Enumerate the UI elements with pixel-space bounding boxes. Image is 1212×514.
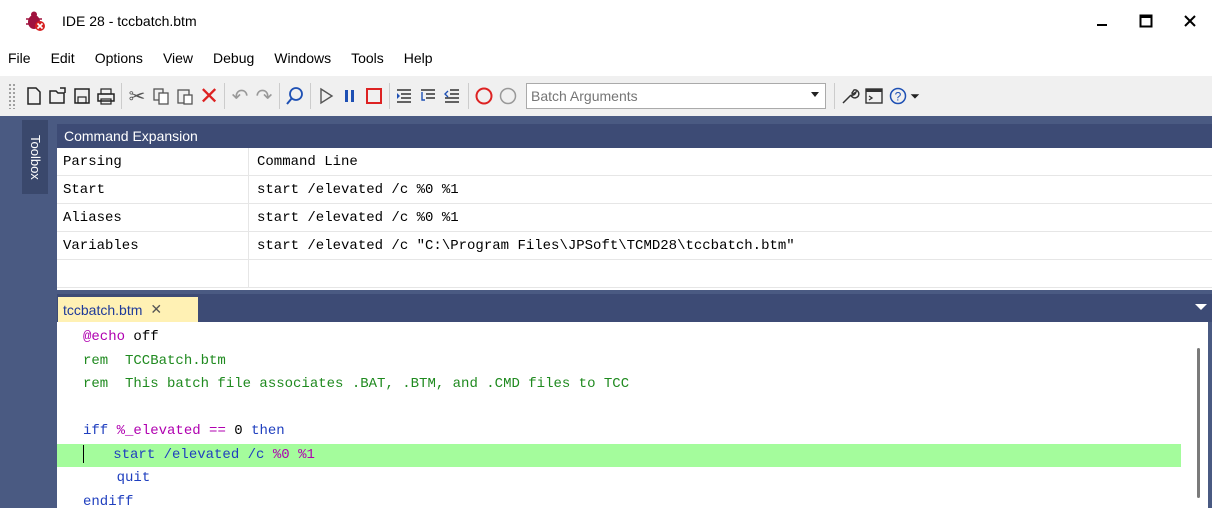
open-file-icon[interactable]: [46, 82, 70, 110]
table-row[interactable]: Aliases start /elevated /c %0 %1: [57, 204, 1212, 232]
code-line: [57, 397, 1181, 421]
stop-icon[interactable]: [362, 82, 386, 110]
code-token: ==: [209, 423, 226, 439]
toolbar-separator: [834, 83, 835, 109]
code-token: then: [251, 423, 285, 439]
wrench-icon[interactable]: [838, 82, 862, 110]
tab-label: tccbatch.btm: [63, 302, 142, 318]
editor-border: [1208, 322, 1212, 508]
code-line: quit: [57, 467, 1181, 491]
toolbar-separator: [468, 83, 469, 109]
menu-edit[interactable]: Edit: [41, 42, 85, 74]
code-line: iff %_elevated == 0 then: [57, 420, 1181, 444]
tab-tccbatch[interactable]: tccbatch.btm ✕: [58, 297, 198, 322]
toolbar-separator: [121, 83, 122, 109]
window-title: IDE 28 - tccbatch.btm: [62, 13, 197, 29]
close-button[interactable]: [1168, 0, 1212, 42]
row-value: start /elevated /c %0 %1: [249, 176, 459, 204]
row-name: Variables: [57, 232, 249, 260]
batch-arguments-input[interactable]: [527, 88, 797, 104]
menu-options[interactable]: Options: [85, 42, 153, 74]
code-token: off: [125, 329, 159, 345]
row-value: start /elevated /c %0 %1: [249, 204, 459, 232]
menu-view[interactable]: View: [153, 42, 203, 74]
toolbar-overflow-icon[interactable]: ⏷: [910, 82, 920, 110]
svg-text:?: ?: [895, 90, 902, 104]
copy-icon[interactable]: [149, 82, 173, 110]
toolbox-tab[interactable]: Toolbox: [22, 120, 48, 194]
chevron-down-icon[interactable]: [811, 92, 819, 97]
tab-list-dropdown-icon[interactable]: [1195, 304, 1207, 310]
code-line: rem This batch file associates .BAT, .BT…: [57, 373, 1181, 397]
code-token: start /elevated /c: [113, 447, 264, 463]
current-line: start /elevated /c %0 %1: [57, 444, 1181, 468]
clear-breakpoint-icon[interactable]: [496, 82, 520, 110]
command-expansion-panel: Command Expansion Parsing Command Line S…: [57, 124, 1212, 290]
row-name: Parsing: [57, 148, 249, 176]
step-into-icon[interactable]: [393, 82, 417, 110]
code-line: @echo off: [57, 326, 1181, 350]
breakpoint-icon[interactable]: [472, 82, 496, 110]
step-out-icon[interactable]: [441, 82, 465, 110]
table-row[interactable]: Parsing Command Line: [57, 148, 1212, 176]
save-icon[interactable]: [70, 82, 94, 110]
paste-icon[interactable]: [173, 82, 197, 110]
code-line: rem TCCBatch.btm: [57, 350, 1181, 374]
menu-debug[interactable]: Debug: [203, 42, 264, 74]
menu-file[interactable]: File: [2, 42, 41, 74]
code-token: quit: [117, 470, 151, 486]
code-area[interactable]: @echo off rem TCCBatch.btm rem This batc…: [57, 326, 1181, 514]
menu-bar: File Edit Options View Debug Windows Too…: [0, 42, 1212, 74]
code-token: %0 %1: [273, 447, 315, 463]
close-tab-icon[interactable]: ✕: [150, 301, 162, 318]
print-icon[interactable]: [94, 82, 118, 110]
table-row[interactable]: [57, 260, 1212, 288]
run-icon[interactable]: [314, 82, 338, 110]
table-row[interactable]: Start start /elevated /c %0 %1: [57, 176, 1212, 204]
console-icon[interactable]: [862, 82, 886, 110]
code-line: endiff: [57, 491, 1181, 514]
toolbar-separator: [389, 83, 390, 109]
code-token: %_elevated: [117, 423, 201, 439]
help-icon[interactable]: ?: [886, 82, 910, 110]
table-row[interactable]: Variables start /elevated /c "C:\Program…: [57, 232, 1212, 260]
toolbar-grip[interactable]: [8, 83, 16, 109]
code-token: 0: [234, 423, 242, 439]
menu-tools[interactable]: Tools: [341, 42, 394, 74]
row-name: Start: [57, 176, 249, 204]
row-value: Command Line: [249, 148, 358, 176]
title-bar: IDE 28 - tccbatch.btm: [0, 0, 1212, 42]
row-value: start /elevated /c "C:\Program Files\JPS…: [249, 232, 795, 260]
editor-tab-bar: tccbatch.btm ✕: [57, 294, 1212, 322]
find-icon[interactable]: [283, 82, 307, 110]
code-editor[interactable]: @echo off rem TCCBatch.btm rem This batc…: [57, 322, 1212, 508]
toolbar-separator: [224, 83, 225, 109]
toolbar-separator: [279, 83, 280, 109]
undo-icon[interactable]: ↶: [228, 82, 252, 110]
step-over-icon[interactable]: [417, 82, 441, 110]
menu-windows[interactable]: Windows: [264, 42, 341, 74]
row-name: [57, 260, 249, 288]
menu-help[interactable]: Help: [394, 42, 443, 74]
pause-icon[interactable]: [338, 82, 362, 110]
new-file-icon[interactable]: [22, 82, 46, 110]
redo-icon[interactable]: ↷: [252, 82, 276, 110]
vertical-scrollbar[interactable]: [1197, 348, 1200, 498]
app-bug-icon: [24, 10, 46, 32]
delete-icon[interactable]: ✕: [197, 82, 221, 110]
cut-icon[interactable]: ✂: [125, 82, 149, 110]
toolbar-separator: [310, 83, 311, 109]
toolbar: ✂ ✕ ↶ ↷ ? ⏷: [0, 76, 1212, 116]
command-expansion-header: Command Expansion: [57, 124, 1212, 148]
row-name: Aliases: [57, 204, 249, 232]
code-token: iff: [83, 423, 108, 439]
batch-arguments-combo[interactable]: [526, 83, 826, 109]
text-caret: [83, 445, 84, 463]
minimize-button[interactable]: [1080, 0, 1124, 42]
code-token: @echo: [83, 329, 125, 345]
maximize-button[interactable]: [1124, 0, 1168, 42]
